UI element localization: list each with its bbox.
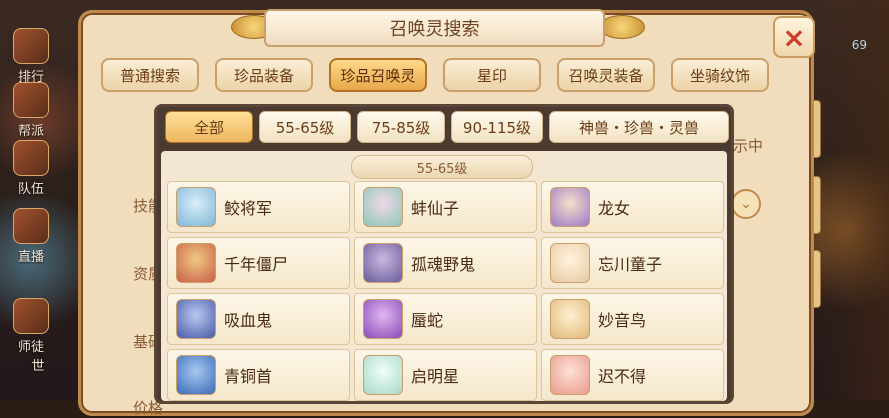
list-item[interactable]: 孤魂野鬼 [354,237,537,289]
close-icon: × [782,20,806,54]
list-item[interactable]: 忘川童子 [541,237,724,289]
list-item[interactable]: 蜃蛇 [354,293,537,345]
filter-75-85[interactable]: 75-85级 [357,111,445,143]
filter-all[interactable]: 全部 [165,111,253,143]
zombie-avatar [176,243,216,283]
trophy-icon [13,28,49,64]
tab-rare-summon[interactable]: 珍品召唤灵 [329,58,427,92]
dragon-girl-avatar [550,187,590,227]
sidebar-item-world-chat[interactable]: 世 [18,355,58,374]
sidebar-item-guild[interactable]: 帮派 [0,82,62,139]
river-child-avatar [550,243,590,283]
item-name: 吸血鬼 [224,311,273,330]
item-name: 孤魂野鬼 [411,255,476,274]
counter-value: 69 [851,38,867,52]
music-bird-avatar [550,299,590,339]
mentor-icon [13,298,49,334]
item-name: 启明星 [411,367,460,386]
live-icon [13,208,49,244]
right-hud [809,0,889,400]
sidebar-item-mentor[interactable]: 师徒 [0,298,62,355]
tab-star-seal[interactable]: 星印 [443,58,541,92]
sidebar-item-rank[interactable]: 排行 [0,28,62,85]
item-name: 妙音鸟 [598,311,647,330]
summon-list[interactable]: 55-65级 鲛将军 蚌仙子 龙女 千年僵尸 孤魂野鬼 忘川童子 吸血鬼 蜃蛇 … [161,151,727,401]
bronze-head-avatar [176,355,216,395]
chevron-down-icon[interactable]: ⌄ [731,189,761,219]
vampire-avatar [176,299,216,339]
tab-mount-decoration[interactable]: 坐骑纹饰 [671,58,769,92]
filter-divine-beasts[interactable]: 神兽・珍兽・灵兽 [549,111,729,143]
sidebar-label: 世 [31,359,45,374]
item-name: 龙女 [598,199,631,218]
list-item[interactable]: 鲛将军 [167,181,350,233]
close-button[interactable]: × [773,16,815,58]
item-name: 忘川童子 [598,255,663,274]
dialog-title: 召唤灵搜索 [264,9,605,47]
summon-selector-panel: 全部 55-65级 75-85级 90-115级 神兽・珍兽・灵兽 55-65级… [154,104,734,404]
blue-ghost-general-avatar [176,187,216,227]
item-name: 蚌仙子 [411,199,460,218]
sidebar-label: 帮派 [17,124,44,139]
team-icon [13,140,49,176]
tab-normal-search[interactable]: 普通搜索 [101,58,199,92]
title-ornament-right [599,15,645,39]
level-filter-tabs: 全部 55-65级 75-85级 90-115级 神兽・珍兽・灵兽 [165,111,729,143]
pig-avatar [550,355,590,395]
item-name: 迟不得 [598,367,647,386]
list-item[interactable]: 青铜首 [167,349,350,401]
item-name: 鲛将军 [224,199,273,218]
wild-ghost-avatar [363,243,403,283]
list-item[interactable]: 启明星 [354,349,537,401]
item-name: 蜃蛇 [411,311,444,330]
list-item[interactable]: 千年僵尸 [167,237,350,289]
guild-icon [13,82,49,118]
sidebar-label: 直播 [17,250,44,265]
list-item[interactable]: 迟不得 [541,349,724,401]
clam-fairy-avatar [363,187,403,227]
item-name: 千年僵尸 [224,255,289,274]
list-item[interactable]: 妙音鸟 [541,293,724,345]
list-item[interactable]: 吸血鬼 [167,293,350,345]
item-name: 青铜首 [224,367,273,386]
list-item[interactable]: 蚌仙子 [354,181,537,233]
tab-rare-equipment[interactable]: 珍品装备 [215,58,313,92]
list-item[interactable]: 龙女 [541,181,724,233]
sidebar-label: 队伍 [17,182,44,197]
morning-star-avatar [363,355,403,395]
filter-90-115[interactable]: 90-115级 [451,111,543,143]
tab-summon-equipment[interactable]: 召唤灵装备 [557,58,655,92]
sidebar-item-live[interactable]: 直播 [0,208,62,265]
filter-55-65[interactable]: 55-65级 [259,111,351,143]
sidebar-label: 师徒 [17,340,44,355]
group-header: 55-65级 [351,155,533,179]
status-label: 示中 [733,137,764,155]
sidebar-item-team[interactable]: 队伍 [0,140,62,197]
mirage-snake-avatar [363,299,403,339]
